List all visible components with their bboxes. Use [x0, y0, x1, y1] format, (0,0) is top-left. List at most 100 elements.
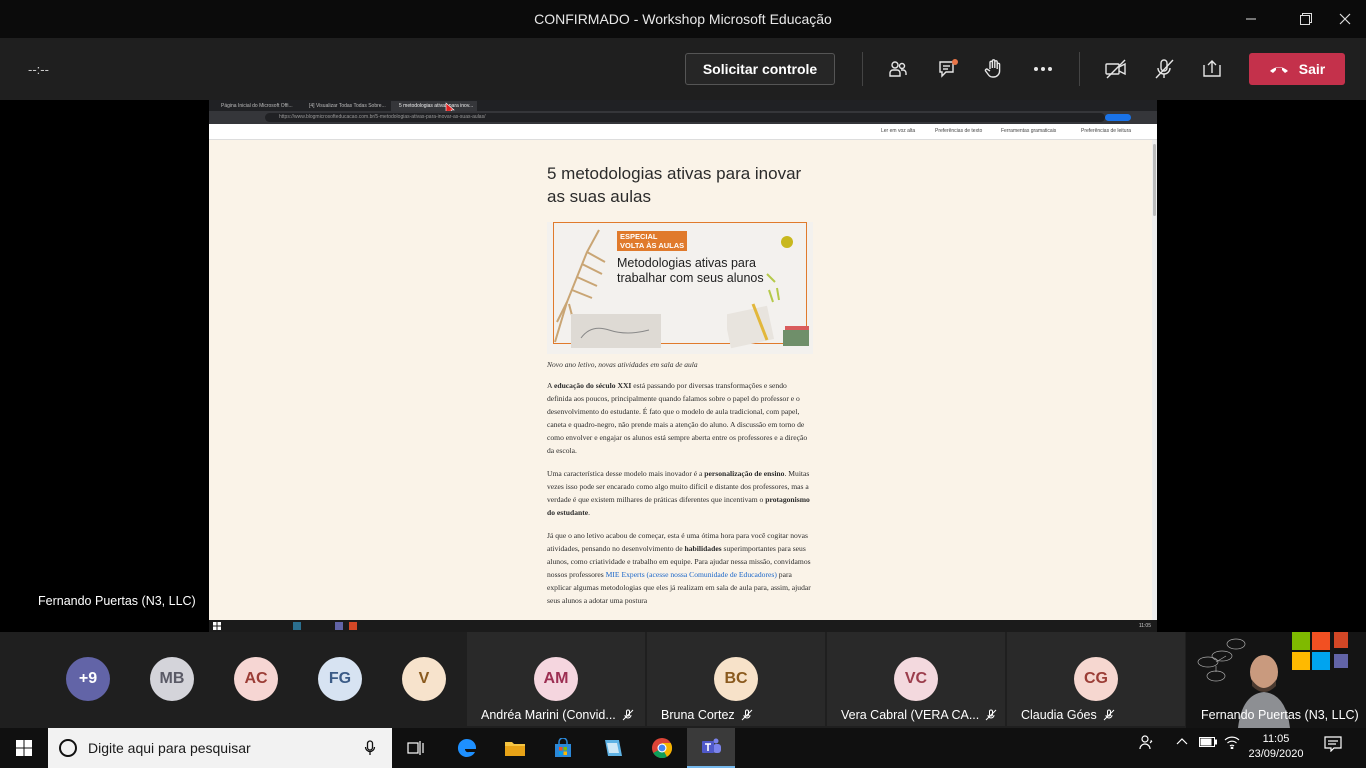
article-paragraph: Já que o ano letivo acabou de começar, e…: [547, 529, 812, 607]
article-title: 5 metodologias ativas para inovar as sua…: [547, 164, 802, 206]
mic-off-icon: [1155, 59, 1174, 79]
windows-logo-icon: [16, 740, 32, 756]
battery-icon: [1199, 737, 1217, 747]
browser-tab[interactable]: [4] Visualizar Todas Todas Sobre...: [301, 101, 387, 111]
text-run: .: [588, 508, 591, 517]
bold-run: habilidades: [684, 544, 722, 553]
participants-icon: [889, 61, 907, 77]
browser-profile-pill[interactable]: [1105, 114, 1131, 121]
text-run: Uma característica desse modelo mais ino…: [547, 469, 705, 478]
title-bar: CONFIRMADO - Workshop Microsoft Educação: [0, 0, 1366, 38]
microphone-icon: [364, 740, 376, 755]
toolbar-divider: [862, 52, 863, 86]
teams-icon: [702, 738, 721, 753]
article-paragraph: Uma característica desse modelo mais ino…: [547, 467, 812, 519]
shared-taskbar-app: [293, 622, 301, 630]
school-supplies-icon: [727, 236, 809, 349]
whiteboard-icon: [605, 740, 622, 756]
mic-toggle-button[interactable]: [1149, 54, 1179, 84]
reader-item[interactable]: Preferências de texto: [935, 128, 982, 134]
store-app[interactable]: [539, 728, 587, 768]
store-bag-icon: [555, 738, 571, 757]
browser-tab[interactable]: Página Inicial do Microsoft Offi...: [213, 101, 299, 111]
article-hero-image: ESPECIAL VOLTA ÀS AULAS Metodologias ati…: [547, 222, 813, 354]
search-placeholder: Digite aqui para pesquisar: [88, 740, 251, 756]
file-explorer-app[interactable]: [491, 728, 539, 768]
shared-taskbar: 11:05: [209, 620, 1157, 632]
participant-name: Bruna Cortez: [661, 708, 735, 722]
folder-icon: [505, 742, 525, 756]
more-options-icon: [1034, 67, 1052, 71]
shared-taskbar-app: [349, 622, 357, 630]
browser-tab-strip: Página Inicial do Microsoft Offi... [4] …: [209, 100, 1157, 116]
show-hidden-icons-button[interactable]: [1176, 736, 1188, 749]
battery-indicator[interactable]: [1199, 737, 1217, 750]
reader-item[interactable]: Ler em voz alta: [881, 128, 915, 134]
hang-up-icon: [1269, 67, 1288, 73]
minimize-button[interactable]: [1228, 0, 1274, 38]
meeting-toolbar: --:-- Solicitar controle Sair: [0, 38, 1366, 100]
call-timer: --:--: [28, 62, 49, 77]
browser-address-bar: https://www.blogmicrosofteducacao.com.br…: [209, 111, 1157, 124]
task-view-icon: [407, 741, 424, 755]
reader-item[interactable]: Preferências de leitura: [1081, 128, 1131, 134]
task-view-button[interactable]: [392, 728, 440, 768]
windows-logo-icon: [213, 622, 221, 630]
browser-url[interactable]: https://www.blogmicrosofteducacao.com.br…: [265, 113, 1105, 122]
participant-avatar[interactable]: V: [402, 657, 446, 701]
participant-tile[interactable]: VC Vera Cabral (VERA CA...: [827, 632, 1005, 726]
participant-avatar[interactable]: AC: [234, 657, 278, 701]
participant-tile[interactable]: BC Bruna Cortez: [647, 632, 825, 726]
reader-item[interactable]: Ferramentas gramaticais: [1001, 128, 1056, 134]
participant-avatar: CG: [1074, 657, 1118, 701]
share-tray-icon: [1203, 60, 1221, 77]
camera-off-icon: [1105, 59, 1126, 79]
participant-avatar[interactable]: FG: [318, 657, 362, 701]
close-button[interactable]: [1322, 0, 1366, 38]
wifi-indicator[interactable]: [1224, 735, 1240, 752]
page-scroll-thumb[interactable]: [1153, 144, 1156, 216]
reader-toolbar: Ler em voz alta Preferências de texto Fe…: [209, 124, 1157, 140]
participants-button[interactable]: [883, 54, 913, 84]
edge-app[interactable]: [443, 728, 491, 768]
whiteboard-app[interactable]: [589, 728, 637, 768]
self-view-name: Fernando Puertas (N3, LLC): [1201, 708, 1359, 722]
share-tray-button[interactable]: [1197, 54, 1227, 84]
raise-hand-button[interactable]: [979, 54, 1009, 84]
chrome-app[interactable]: [638, 728, 686, 768]
participant-name: Vera Cabral (VERA CA...: [841, 708, 980, 722]
clock-time: 11:05: [1262, 733, 1290, 745]
start-button[interactable]: [0, 728, 48, 768]
leave-button[interactable]: Sair: [1249, 53, 1345, 85]
people-button[interactable]: [1138, 734, 1154, 753]
chrome-icon: [652, 738, 673, 759]
self-view-video[interactable]: Fernando Puertas (N3, LLC): [1186, 632, 1366, 728]
window-title: CONFIRMADO - Workshop Microsoft Educação: [534, 11, 832, 27]
taskbar-search-box[interactable]: Digite aqui para pesquisar: [48, 728, 392, 768]
mie-experts-link[interactable]: MIE Experts (acesse nossa Comunidade de …: [606, 570, 777, 579]
bold-run: educação do século XXI: [553, 381, 632, 390]
participant-name: Andréa Marini (Convid...: [481, 708, 616, 722]
camera-toggle-button[interactable]: [1101, 54, 1131, 84]
request-control-button[interactable]: Solicitar controle: [685, 53, 835, 85]
participant-name: Claudia Góes: [1021, 708, 1097, 722]
participant-avatar[interactable]: MB: [150, 657, 194, 701]
hero-caption: Novo ano letivo, novas atividades em sal…: [547, 360, 698, 369]
taskbar-clock[interactable]: 11:05 23/09/2020: [1246, 732, 1306, 762]
more-options-button[interactable]: [1028, 54, 1058, 84]
browser-tab-active[interactable]: 5 metodologias ativas para inov...: [391, 101, 477, 111]
people-icon: [1139, 735, 1153, 750]
mic-muted-icon: [985, 709, 997, 721]
action-center-button[interactable]: [1324, 736, 1342, 755]
raise-hand-icon: [984, 59, 1001, 78]
overflow-participants-button[interactable]: +9: [66, 657, 110, 701]
participant-avatar: BC: [714, 657, 758, 701]
text-run: A: [547, 381, 554, 390]
participant-tile-label: Bruna Cortez: [661, 708, 753, 722]
participant-tile[interactable]: AM Andréa Marini (Convid...: [467, 632, 645, 726]
teams-app[interactable]: [687, 728, 735, 768]
participant-tile[interactable]: CG Claudia Góes: [1007, 632, 1185, 726]
chat-button[interactable]: [933, 54, 963, 84]
participant-tile-label: Claudia Góes: [1021, 708, 1115, 722]
shared-screen: Página Inicial do Microsoft Offi... [4] …: [209, 100, 1157, 632]
